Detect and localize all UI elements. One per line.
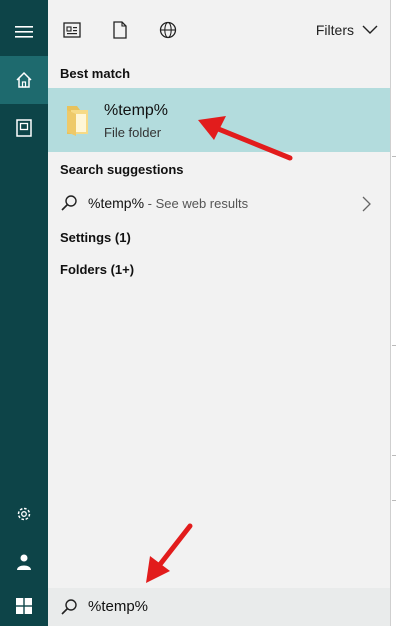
chevron-down-icon <box>362 25 378 34</box>
filters-label: Filters <box>315 22 354 38</box>
settings-button[interactable] <box>0 490 48 538</box>
suggestion-query: %temp% <box>88 195 145 211</box>
account-button[interactable] <box>0 538 48 586</box>
search-toolbar: Filters <box>48 0 390 58</box>
home-icon <box>16 71 32 88</box>
file-icon <box>113 21 127 39</box>
search-icon <box>61 599 77 615</box>
result-type: File folder <box>104 125 162 140</box>
best-match-result[interactable]: %temp% File folder <box>48 88 390 152</box>
news-card-icon <box>63 22 81 38</box>
windows-start-icon <box>16 598 32 614</box>
filters-dropdown[interactable]: Filters <box>316 22 378 38</box>
search-results-panel: Filters Best match %temp% File folder Se… <box>48 0 390 626</box>
search-suggestions-heading: Search suggestions <box>60 162 184 177</box>
background-divider <box>392 455 396 456</box>
suggestion-suffix: - See web results <box>144 196 249 211</box>
document-frame-icon <box>16 119 32 137</box>
user-icon <box>17 554 31 570</box>
settings-category[interactable]: Settings (1) <box>60 230 131 245</box>
folders-category[interactable]: Folders (1+) <box>60 262 134 277</box>
background-divider <box>392 500 396 501</box>
result-name: %temp% <box>104 102 169 119</box>
start-rail <box>0 0 48 626</box>
web-suggestion-row[interactable]: %temp% - See web results <box>48 186 390 220</box>
background-divider <box>392 156 396 157</box>
documents-button[interactable] <box>0 104 48 152</box>
folder-icon <box>67 106 88 136</box>
background-window-edge <box>390 0 396 626</box>
home-button[interactable] <box>0 56 48 104</box>
search-icon <box>61 195 77 211</box>
globe-icon <box>159 21 177 39</box>
background-divider <box>392 345 396 346</box>
taskbar-search-box[interactable]: %temp% <box>48 588 390 626</box>
search-input-text[interactable]: %temp% <box>88 598 148 615</box>
documents-filter-button[interactable] <box>104 14 136 46</box>
settings-gear-icon <box>17 507 31 521</box>
start-button[interactable] <box>0 582 48 630</box>
best-match-heading: Best match <box>60 66 131 81</box>
web-filter-button[interactable] <box>152 14 184 46</box>
apps-filter-button[interactable] <box>56 14 88 46</box>
hamburger-icon <box>15 26 33 38</box>
suggestion-text: %temp% - See web results <box>88 195 248 211</box>
menu-button[interactable] <box>0 8 48 56</box>
chevron-right-icon <box>362 196 371 212</box>
